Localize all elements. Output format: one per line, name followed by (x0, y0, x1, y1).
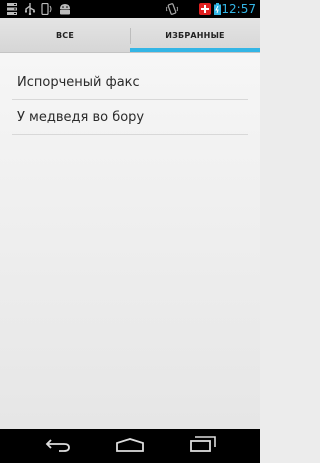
back-button[interactable] (28, 429, 88, 463)
list-item[interactable]: Испорченый факс (12, 65, 248, 100)
tab-label: ИЗБРАННЫЕ (165, 30, 225, 40)
status-bar: 12:57 (0, 0, 260, 18)
home-button[interactable] (100, 429, 160, 463)
recent-apps-button[interactable] (173, 429, 233, 463)
tab-favorites[interactable]: ИЗБРАННЫЕ (130, 18, 260, 52)
tab-selected-indicator (130, 48, 260, 52)
list-item-label: У медведя во бору (17, 109, 145, 125)
list-item[interactable]: У медведя во бору (12, 100, 248, 135)
tab-all[interactable]: ВСЕ (0, 18, 130, 52)
phone-icon (41, 3, 53, 15)
storage-icon (7, 3, 17, 15)
usb-icon (24, 3, 36, 15)
navigation-bar (0, 429, 260, 463)
tab-label: ВСЕ (55, 30, 75, 40)
home-icon (116, 437, 144, 456)
recent-apps-icon (190, 436, 216, 456)
back-icon (45, 437, 71, 456)
battery-icon (214, 3, 221, 15)
favorites-list: Испорченый факс У медведя во бору (12, 65, 248, 135)
tab-bar: ВСЕ ИЗБРАННЫЕ (0, 18, 260, 53)
medical-icon (199, 3, 211, 15)
status-time: 12:57 (221, 2, 256, 16)
vibrate-icon (166, 3, 178, 15)
android-icon (58, 3, 72, 15)
list-item-label: Испорченый факс (17, 74, 140, 90)
main-content: Испорченый факс У медведя во бору (0, 53, 260, 429)
